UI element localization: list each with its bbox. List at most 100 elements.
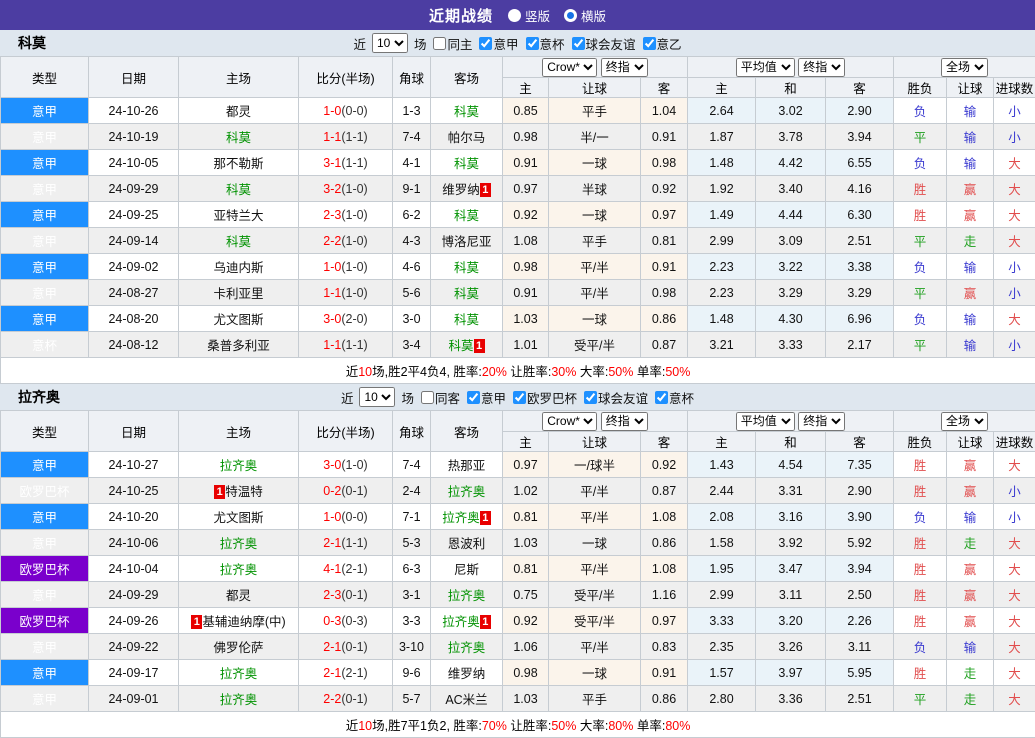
col-away: 客场 (431, 411, 503, 452)
handicap-result-cell: 输 (947, 306, 994, 332)
league-checkbox-input[interactable] (643, 37, 656, 50)
summary-stat-label: 场,胜2平4负4, 胜率: (372, 365, 482, 379)
score-cell: 2-2(0-1) (299, 686, 393, 712)
average-time-select[interactable]: 终指 (798, 58, 845, 77)
avg-home-cell: 2.99 (688, 228, 756, 254)
league-filter-checkbox[interactable]: 意杯 (655, 388, 694, 407)
corner-cell: 4-3 (393, 228, 431, 254)
bookmaker-select[interactable]: Crow* (542, 58, 597, 77)
handicap-result-cell: 走 (947, 660, 994, 686)
handicap-result-cell: 输 (947, 124, 994, 150)
fulltime-score: 2-2 (323, 692, 341, 706)
avg-draw-cell: 4.54 (756, 452, 826, 478)
avg-away-cell: 3.90 (826, 504, 894, 530)
recent-count-select[interactable]: 10 (372, 33, 408, 53)
home-team-cell: 桑普多利亚 (179, 332, 299, 358)
away-team-cell: 帕尔马 (431, 124, 503, 150)
league-filter-checkbox[interactable]: 意杯 (526, 34, 565, 53)
league-filter-checkbox[interactable]: 意甲 (467, 388, 506, 407)
fulltime-group-header: 全场 (894, 411, 1035, 432)
odds-away-cell: 0.86 (641, 686, 688, 712)
league-filter-checkbox[interactable]: 球会友谊 (584, 388, 648, 407)
avg-draw-cell: 3.36 (756, 686, 826, 712)
fulltime-score: 2-3 (323, 208, 341, 222)
league-filter-checkbox[interactable]: 意甲 (479, 34, 518, 53)
layout-radio-vertical[interactable]: 竖版 (508, 6, 550, 25)
away-team-cell: 恩波利 (431, 530, 503, 556)
summary-stat-value: 50% (608, 365, 633, 379)
col-odds-away: 客 (641, 432, 688, 452)
average-time-select[interactable]: 终指 (798, 412, 845, 431)
radio-selected-icon[interactable] (564, 9, 577, 22)
result-cell: 胜 (894, 478, 947, 504)
date-cell: 24-09-17 (89, 660, 179, 686)
league-filter-checkbox[interactable]: 欧罗巴杯 (513, 388, 577, 407)
result-cell: 平 (894, 332, 947, 358)
score-cell: 1-0(1-0) (299, 254, 393, 280)
odds-away-cell: 0.86 (641, 306, 688, 332)
match-row: 意甲24-09-29科莫3-2(1-0)9-1维罗纳10.97半球0.921.9… (1, 176, 1035, 202)
summary-stat-label: 单率: (633, 365, 665, 379)
fulltime-select[interactable]: 全场 (941, 412, 988, 431)
odds-away-cell: 1.16 (641, 582, 688, 608)
away-team-cell: 拉齐奥 (431, 634, 503, 660)
handicap-cell: 平/半 (549, 504, 641, 530)
date-cell: 24-09-14 (89, 228, 179, 254)
radio-unselected-icon[interactable] (508, 9, 521, 22)
col-handicap-result: 让球 (947, 432, 994, 452)
league-checkbox-input[interactable] (467, 391, 480, 404)
odds-time-select[interactable]: 终指 (601, 412, 648, 431)
avg-draw-cell: 4.30 (756, 306, 826, 332)
average-group-header: 平均值 终指 (688, 411, 894, 432)
team-label: 乌迪内斯 (213, 261, 263, 275)
date-cell: 24-08-27 (89, 280, 179, 306)
league-label: 意杯 (540, 34, 565, 53)
league-checkbox-input[interactable] (479, 37, 492, 50)
odds-time-select[interactable]: 终指 (601, 58, 648, 77)
bookmaker-select[interactable]: Crow* (542, 412, 597, 431)
fulltime-select[interactable]: 全场 (941, 58, 988, 77)
team-label: 拉齐奥 (220, 667, 258, 681)
handicap-result-cell: 赢 (947, 280, 994, 306)
odds-home-cell: 0.98 (503, 254, 549, 280)
goals-result-cell: 大 (994, 608, 1035, 634)
summary-stat-value: 10 (358, 719, 372, 733)
summary-stat-value: 20% (482, 365, 507, 379)
near-label: 近 (341, 388, 354, 407)
same-venue-checkbox[interactable]: 同客 (421, 388, 460, 407)
corner-cell: 5-3 (393, 530, 431, 556)
halftime-score: (0-0) (341, 104, 367, 118)
average-select[interactable]: 平均值 (736, 412, 795, 431)
team-label: 拉齐奥 (448, 589, 486, 603)
league-checkbox-input[interactable] (526, 37, 539, 50)
fulltime-score: 1-1 (323, 338, 341, 352)
average-select[interactable]: 平均值 (736, 58, 795, 77)
fulltime-score: 2-3 (323, 588, 341, 602)
col-goals: 进球数 (994, 432, 1035, 452)
result-cell: 平 (894, 228, 947, 254)
match-row: 意甲24-09-17拉齐奥2-1(2-1)9-6维罗纳0.98一球0.911.5… (1, 660, 1035, 686)
match-row: 意甲24-10-20尤文图斯1-0(0-0)7-1拉齐奥10.81平/半1.08… (1, 504, 1035, 530)
layout-radio-horizontal[interactable]: 横版 (564, 6, 606, 25)
league-label: 欧罗巴杯 (527, 388, 577, 407)
league-checkbox-input[interactable] (513, 391, 526, 404)
league-type-cell: 意甲 (1, 280, 89, 306)
league-type-cell: 意甲 (1, 306, 89, 332)
league-checkbox-input[interactable] (655, 391, 668, 404)
league-label: 意甲 (493, 34, 518, 53)
same-venue-checkbox[interactable]: 同主 (433, 34, 472, 53)
avg-home-cell: 3.33 (688, 608, 756, 634)
league-checkbox-input[interactable] (572, 37, 585, 50)
league-filter-checkbox[interactable]: 意乙 (643, 34, 682, 53)
summary-stat-value: 30% (551, 365, 576, 379)
goals-result-cell: 小 (994, 280, 1035, 306)
league-filter-checkbox[interactable]: 球会友谊 (572, 34, 636, 53)
recent-count-select[interactable]: 10 (359, 387, 395, 407)
same-venue-checkbox-input[interactable] (421, 391, 434, 404)
odds-away-cell: 0.91 (641, 254, 688, 280)
away-team-cell: 维罗纳 (431, 660, 503, 686)
match-row: 意甲24-09-22佛罗伦萨2-1(0-1)3-10拉齐奥1.06平/半0.83… (1, 634, 1035, 660)
team-name: 拉齐奥 (18, 387, 60, 407)
league-checkbox-input[interactable] (584, 391, 597, 404)
same-venue-checkbox-input[interactable] (433, 37, 446, 50)
